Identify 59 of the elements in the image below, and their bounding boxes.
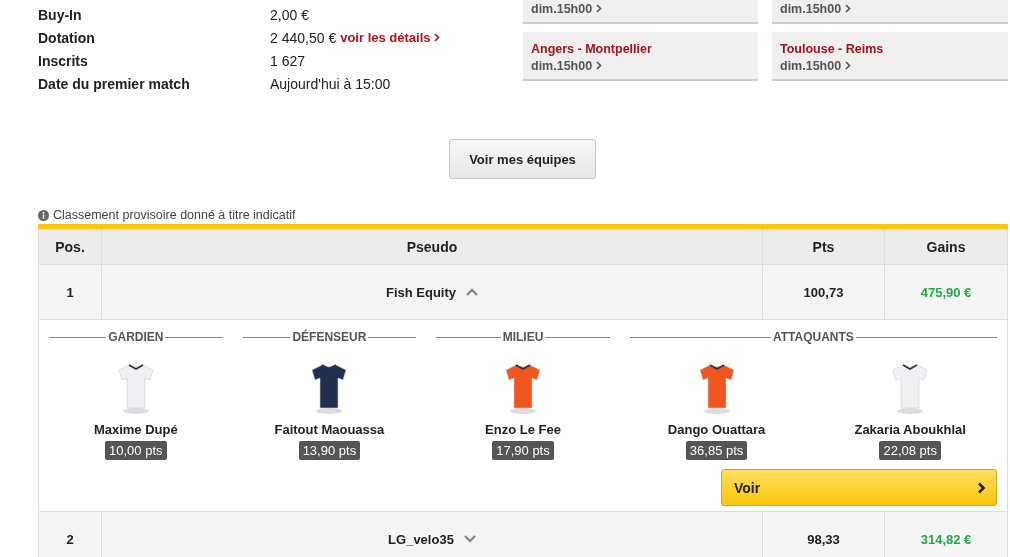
info-label: Inscrits	[38, 52, 89, 70]
player-pseudo: LG_velo35	[388, 531, 454, 547]
match-time: dim.15h00	[780, 59, 1000, 73]
view-button[interactable]: Voir	[721, 469, 997, 506]
info-label: Dotation	[38, 29, 96, 47]
match-time: dim.15h00	[531, 2, 750, 16]
player-pseudo: Fish Equity	[385, 284, 457, 300]
my-teams-button[interactable]: Voir mes équipes	[449, 139, 596, 179]
player-name: Faitout Maouassa	[274, 422, 385, 438]
ranking-row[interactable]: 2 LG_velo35 98,33 314,82 €	[38, 512, 1008, 557]
table-cell: 2	[38, 512, 102, 557]
column-header: Pos.	[38, 229, 102, 265]
position-label: GARDIEN	[108, 330, 164, 344]
column-header: Pts	[763, 229, 885, 265]
info-value: 1 627	[270, 52, 306, 70]
column-header: Gains	[885, 229, 1008, 265]
info-label: Date du premier match	[38, 75, 191, 93]
points-badge: 13,90 pts	[298, 441, 361, 460]
details-link[interactable]: voir les détails	[340, 29, 441, 47]
match-teams: Toulouse - Reims	[780, 42, 885, 56]
match-card[interactable]: dim.15h00	[772, 0, 1008, 24]
match-card[interactable]: Angers - Montpellier dim.15h00	[523, 32, 758, 81]
player-name: Dango Ouattara	[667, 422, 766, 438]
match-time: dim.15h00	[531, 59, 750, 73]
info-value: 2 440,50 €	[270, 29, 337, 47]
chevron-icon	[434, 33, 441, 42]
chevron-icon	[595, 4, 602, 13]
collapse-caret-icon[interactable]	[466, 288, 479, 296]
points-badge: 17,90 pts	[492, 441, 554, 460]
player-name: Maxime Dupé	[93, 422, 178, 438]
match-card[interactable]: dim.15h00	[523, 0, 758, 24]
info-value: Aujourd'hui à 15:00	[270, 75, 391, 93]
table-cell: 100,73	[763, 265, 885, 319]
points-badge: 22,08 pts	[879, 441, 941, 460]
table-cell: 475,90 €	[885, 265, 1008, 319]
info-icon	[38, 209, 49, 221]
table-cell: 1	[38, 265, 102, 319]
table-cell: 98,33	[763, 512, 885, 557]
table-cell: 314,82 €	[885, 512, 1008, 557]
info-value: 2,00 €	[270, 6, 309, 24]
player-name: Enzo Le Fee	[485, 422, 561, 438]
expand-caret-icon[interactable]	[463, 535, 476, 543]
match-teams: Angers - Montpellier	[531, 42, 653, 56]
column-header: Pseudo	[102, 229, 763, 265]
chevron-icon	[595, 61, 602, 70]
chevron-icon	[844, 4, 851, 13]
note-text: Classement provisoire donné à titre indicatif	[53, 208, 296, 222]
position-label: ATTAQUANTS	[772, 330, 854, 344]
points-badge: 36,85 pts	[685, 441, 748, 460]
points-badge: 10,00 pts	[105, 441, 167, 460]
chevron-icon	[844, 61, 851, 70]
position-label: MILIEU	[502, 330, 544, 344]
info-label: Buy-In	[38, 6, 83, 24]
player-name: Zakaria Aboukhlal	[854, 422, 966, 438]
match-time: dim.15h00	[780, 2, 1000, 16]
ranking-row[interactable]: 1 Fish Equity 100,73 475,90 €	[38, 265, 1008, 320]
match-card[interactable]: Toulouse - Reims dim.15h00	[772, 32, 1008, 81]
position-label: DÉFENSEUR	[292, 330, 367, 344]
chevron-icon	[977, 481, 986, 494]
